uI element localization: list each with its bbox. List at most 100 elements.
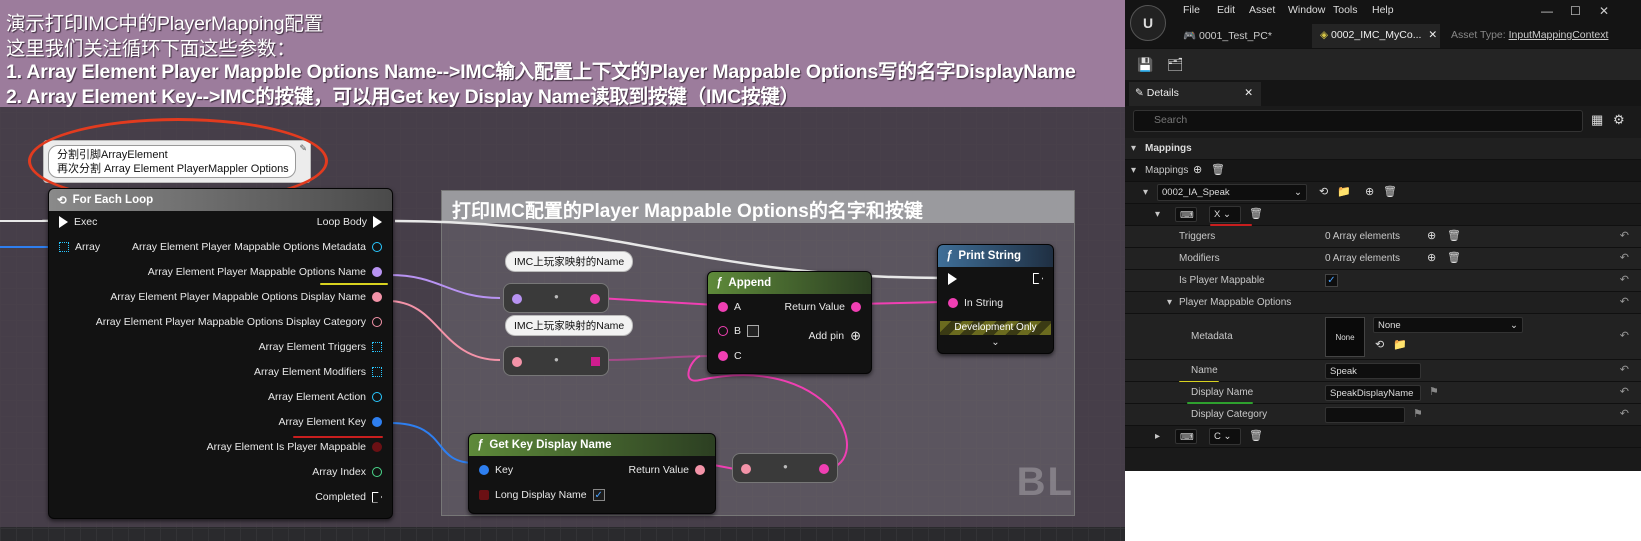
node-comment-tag[interactable]: IMC上玩家映射的Name <box>505 251 634 272</box>
trash-icon[interactable]: 🗑 <box>1447 229 1461 242</box>
display-name-input[interactable]: SpeakDisplayName <box>1325 385 1421 401</box>
get-key-return-pin[interactable]: Return Value <box>628 464 705 476</box>
output-pin-options-name[interactable]: Array Element Player Mappable Options Na… <box>148 266 382 278</box>
to-text-conversion-node[interactable]: ● <box>732 453 838 483</box>
tab-imc[interactable]: ◈ 0002_IMC_MyCo... ✕ <box>1312 24 1440 48</box>
add-element-icon[interactable]: ⊕ <box>1427 229 1436 242</box>
long-display-name-pin[interactable]: Long Display Name ✓ <box>479 489 605 501</box>
display-category-input[interactable] <box>1325 407 1405 423</box>
get-key-header[interactable]: ƒ Get Key Display Name <box>469 434 715 456</box>
trash-icon[interactable]: 🗑 <box>1211 163 1225 176</box>
output-pin-modifiers[interactable]: Array Element Modifiers <box>254 366 382 378</box>
browse-icon[interactable]: 🗂 <box>1167 57 1184 73</box>
trash-icon[interactable]: 🗑 <box>1249 207 1263 220</box>
flag-icon[interactable]: ⚑ <box>1413 407 1423 420</box>
reset-icon[interactable]: ↶ <box>1620 329 1629 342</box>
trash-icon[interactable]: 🗑 <box>1249 429 1263 442</box>
action-selector[interactable]: 0002_IA_Speak ⌄ <box>1157 184 1307 201</box>
reset-icon[interactable]: ↶ <box>1620 295 1629 308</box>
collapse-arrow-icon[interactable]: ▾ <box>1131 165 1136 176</box>
print-string-header[interactable]: ƒ Print String <box>938 245 1053 267</box>
print-exec-out[interactable] <box>1033 273 1043 284</box>
close-window-icon[interactable]: ✕ <box>1599 4 1609 18</box>
close-tab-icon[interactable]: ✕ <box>1244 87 1253 99</box>
array-input-pin[interactable]: Array <box>59 241 100 253</box>
reset-icon[interactable]: ↶ <box>1620 363 1629 376</box>
key-pin[interactable]: Key <box>479 464 513 476</box>
menu-file[interactable]: File <box>1183 4 1200 16</box>
text-input-box[interactable] <box>747 325 760 337</box>
add-element-icon[interactable]: ⊕ <box>1427 251 1436 264</box>
mappings-section-header[interactable]: ▾ Mappings <box>1125 138 1641 160</box>
collapse-arrow-icon[interactable]: ▾ <box>1167 297 1172 308</box>
print-string-node[interactable]: ƒ Print String In String Development Onl… <box>937 244 1054 354</box>
reset-icon[interactable]: ↶ <box>1620 229 1629 242</box>
add-element-icon[interactable]: ⊕ <box>1365 185 1374 198</box>
minimize-icon[interactable]: — <box>1541 4 1553 18</box>
expand-chevron-icon[interactable]: ⌄ <box>938 337 1053 348</box>
settings-gear-icon[interactable]: ⚙ <box>1613 112 1625 128</box>
menu-help[interactable]: Help <box>1372 4 1394 16</box>
menu-edit[interactable]: Edit <box>1217 4 1235 16</box>
details-search-input[interactable]: Search <box>1133 110 1583 132</box>
back-arrow-icon[interactable]: ⟲ <box>1375 338 1384 351</box>
loop-body-pin[interactable]: Loop Body <box>317 216 382 228</box>
output-pin-display-name[interactable]: Array Element Player Mappable Options Di… <box>110 291 382 303</box>
view-options-icon[interactable]: ▦ <box>1591 112 1603 128</box>
save-icon[interactable]: 💾 <box>1137 57 1153 73</box>
add-pin-button[interactable]: Add pin ⊕ <box>808 328 861 344</box>
output-pin-array-index[interactable]: Array Index <box>312 466 382 478</box>
menu-window[interactable]: Window <box>1288 4 1325 16</box>
for-each-loop-node[interactable]: ⟲ For Each Loop Exec Array Loop Body Arr… <box>48 188 393 519</box>
checkbox-checked[interactable]: ✓ <box>592 489 605 501</box>
tab-test-pc[interactable]: 🎮 0001_Test_PC* <box>1175 24 1280 48</box>
for-each-header[interactable]: ⟲ For Each Loop <box>49 189 392 211</box>
browse-folder-icon[interactable]: 📁 <box>1393 338 1407 351</box>
append-pin-a[interactable]: A <box>718 301 741 313</box>
append-pin-c[interactable]: C <box>718 350 742 362</box>
blueprint-graph[interactable]: 演示打印IMC中的PlayerMapping配置 这里我们关注循环下面这些参数：… <box>0 0 1125 541</box>
trash-icon[interactable]: 🗑 <box>1447 251 1461 264</box>
browse-folder-icon[interactable]: 📁 <box>1337 185 1351 198</box>
print-exec-in[interactable] <box>948 273 957 285</box>
to-text-conversion-node[interactable]: ● <box>503 283 609 313</box>
menu-tools[interactable]: Tools <box>1333 4 1358 16</box>
reset-icon[interactable]: ↶ <box>1620 385 1629 398</box>
key-selector[interactable]: X ⌄ <box>1209 206 1241 223</box>
menu-asset[interactable]: Asset <box>1249 4 1275 16</box>
expand-arrow-icon[interactable]: ▸ <box>1155 431 1160 442</box>
reroute-node[interactable]: ● <box>503 346 609 376</box>
output-pin-action[interactable]: Array Element Action <box>268 391 382 403</box>
reset-icon[interactable]: ↶ <box>1620 273 1629 286</box>
node-comment-tag[interactable]: IMC上玩家映射的Name <box>505 315 634 336</box>
append-return-pin[interactable]: Return Value <box>784 301 861 313</box>
output-pin-metadata[interactable]: Array Element Player Mappable Options Me… <box>132 241 382 253</box>
get-key-display-name-node[interactable]: ƒ Get Key Display Name Key Long Display … <box>468 433 716 514</box>
back-arrow-icon[interactable]: ⟲ <box>1319 185 1328 198</box>
flag-icon[interactable]: ⚑ <box>1429 385 1439 398</box>
append-pin-b[interactable]: B <box>718 325 760 337</box>
key-selector[interactable]: C ⌄ <box>1209 428 1241 445</box>
reset-icon[interactable]: ↶ <box>1620 407 1629 420</box>
append-node[interactable]: ƒ Append A B C Return Value Add pin ⊕ <box>707 271 872 374</box>
metadata-selector[interactable]: None ⌄ <box>1373 317 1523 333</box>
collapse-arrow-icon[interactable]: ▾ <box>1143 187 1148 198</box>
append-header[interactable]: ƒ Append <box>708 272 871 294</box>
add-element-icon[interactable]: ⊕ <box>1193 163 1202 176</box>
output-pin-key[interactable]: Array Element Key <box>278 416 382 428</box>
maximize-icon[interactable]: ☐ <box>1570 4 1581 18</box>
trash-icon[interactable]: 🗑 <box>1383 185 1397 198</box>
collapse-arrow-icon[interactable]: ▾ <box>1155 209 1160 220</box>
output-pin-display-category[interactable]: Array Element Player Mappable Options Di… <box>96 316 382 328</box>
exec-input-pin[interactable]: Exec <box>59 216 97 228</box>
details-tab[interactable]: ✎ Details ✕ <box>1129 82 1261 106</box>
output-pin-triggers[interactable]: Array Element Triggers <box>259 341 382 353</box>
reset-icon[interactable]: ↶ <box>1620 251 1629 264</box>
close-tab-icon[interactable]: ✕ <box>1428 29 1437 41</box>
in-string-pin[interactable]: In String <box>948 297 1003 309</box>
asset-type-value[interactable]: InputMappingContext <box>1509 29 1609 41</box>
completed-pin[interactable]: Completed <box>315 491 382 503</box>
name-input[interactable]: Speak <box>1325 363 1421 379</box>
output-pin-is-player-mappable[interactable]: Array Element Is Player Mappable <box>207 441 382 453</box>
checkbox-checked[interactable]: ✓ <box>1325 274 1338 287</box>
